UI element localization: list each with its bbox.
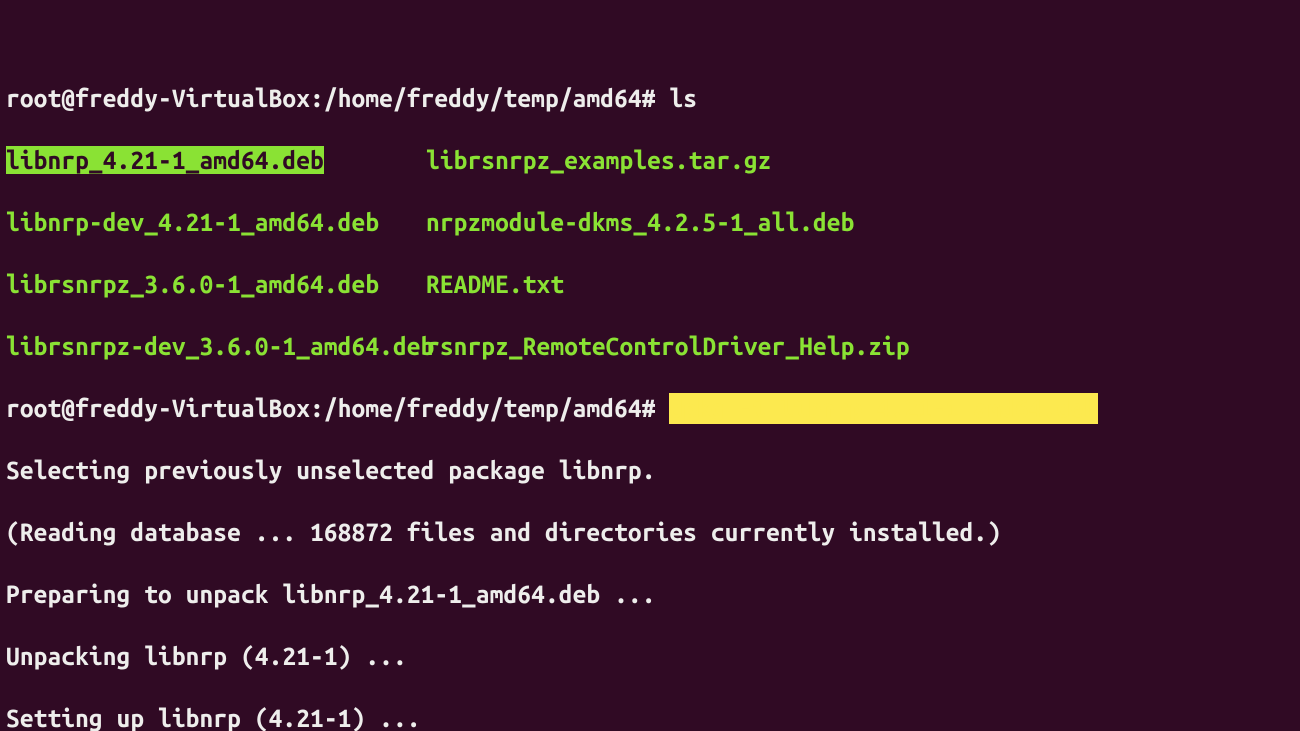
prompt-user-host: root@freddy-VirtualBox xyxy=(6,84,310,112)
command-dpkg-highlight: dpkg -i libnrp_4.21-1_amd64.deb xyxy=(669,393,1097,424)
prompt-sigil: # xyxy=(642,84,656,112)
ls-row: librsnrpz_3.6.0-1_amd64.deb README.txt xyxy=(6,269,1300,300)
ls-row: librsnrpz-dev_3.6.0-1_amd64.debrsnrpz_Re… xyxy=(6,331,1300,362)
ls-file: libnrp-dev_4.21-1_amd64.deb xyxy=(6,208,379,236)
prompt-path: /home/freddy/temp/amd64 xyxy=(324,394,642,422)
prompt-sigil: # xyxy=(642,394,656,422)
ls-file: nrpzmodule-dkms_4.2.5-1_all.deb xyxy=(426,208,854,236)
ls-file: README.txt xyxy=(426,270,564,298)
dpkg-output-line: Selecting previously unselected package … xyxy=(6,455,1300,486)
command-dpkg: dpkg -i libnrp_4.21-1_amd64.deb xyxy=(669,394,1097,422)
dpkg-output-line: (Reading database ... 168872 files and d… xyxy=(6,517,1300,548)
ls-row: libnrp-dev_4.21-1_amd64.deb nrpzmodule-dk… xyxy=(6,207,1300,238)
ls-file: librsnrpz-dev_3.6.0-1_amd64.deb xyxy=(6,332,434,360)
ls-file: librsnrpz_examples.tar.gz xyxy=(426,146,772,174)
prompt-line-2: root@freddy-VirtualBox:/home/freddy/temp… xyxy=(6,393,1300,424)
prompt-line-1: root@freddy-VirtualBox:/home/freddy/temp… xyxy=(6,83,1300,114)
ls-file: rsnrpz_RemoteControlDriver_Help.zip xyxy=(426,332,910,360)
dpkg-output-line: Setting up libnrp (4.21-1) ... xyxy=(6,703,1300,731)
terminal[interactable]: root@freddy-VirtualBox:/home/freddy/temp… xyxy=(0,0,1300,731)
dpkg-output-line: Unpacking libnrp (4.21-1) ... xyxy=(6,641,1300,672)
ls-file-selected: libnrp_4.21-1_amd64.deb xyxy=(6,146,324,174)
ls-file: librsnrpz_3.6.0-1_amd64.deb xyxy=(6,270,379,298)
prompt-user-host: root@freddy-VirtualBox xyxy=(6,394,310,422)
prompt-path: /home/freddy/temp/amd64 xyxy=(324,84,642,112)
prompt-separator: : xyxy=(310,394,324,422)
dpkg-output-line: Preparing to unpack libnrp_4.21-1_amd64.… xyxy=(6,579,1300,610)
prompt-separator: : xyxy=(310,84,324,112)
command-ls: ls xyxy=(669,84,697,112)
ls-row: libnrp_4.21-1_amd64.deb librsnrpz_example… xyxy=(6,145,1300,176)
